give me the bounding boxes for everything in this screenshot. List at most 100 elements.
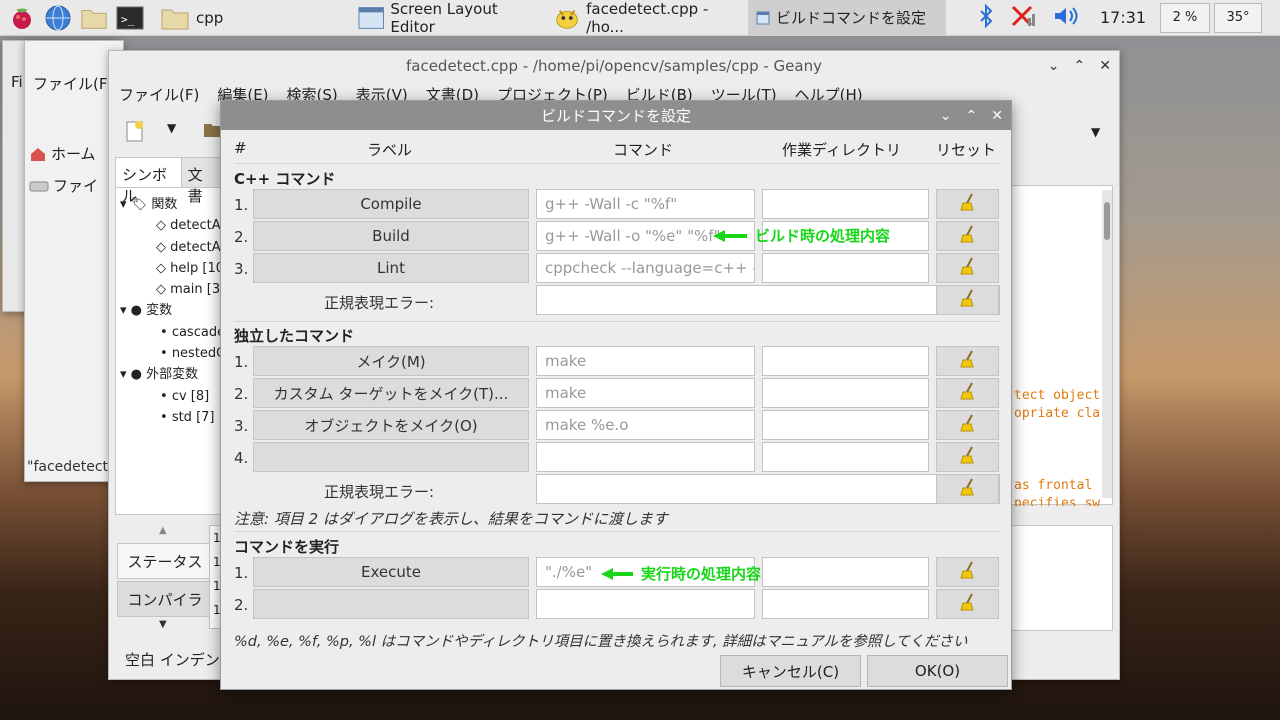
cpu-monitor[interactable]: 2 % — [1160, 2, 1210, 33]
workdir-input[interactable] — [762, 253, 929, 283]
workdir-input[interactable] — [762, 557, 929, 587]
tree-item[interactable]: ◇ main [3 — [120, 279, 225, 300]
workdir-input[interactable] — [762, 442, 929, 472]
home-item[interactable]: ホーム — [29, 143, 96, 164]
network-disconnected-icon[interactable] — [1010, 4, 1036, 32]
label-button-lint[interactable]: Lint — [253, 253, 529, 283]
reset-button[interactable] — [936, 557, 999, 587]
command-input-make[interactable]: make — [536, 346, 755, 376]
command-input-compile[interactable]: g++ -Wall -c "%f" — [536, 189, 755, 219]
row-number: 2. — [234, 228, 249, 246]
reset-button[interactable] — [936, 285, 999, 315]
close-icon[interactable]: ✕ — [1099, 58, 1111, 74]
command-input-empty[interactable] — [536, 442, 755, 472]
tab-symbols[interactable]: シンボル — [116, 158, 182, 205]
tree-item[interactable]: ◇ detectA — [120, 215, 225, 236]
files-item[interactable]: ファイ — [29, 175, 98, 196]
browser-globe-icon[interactable] — [44, 4, 72, 32]
reset-button[interactable] — [936, 221, 999, 251]
tree-node-externals[interactable]: ▾ ● 外部変数 — [120, 364, 225, 385]
tab-documents[interactable]: 文書 — [182, 158, 220, 205]
label-button-empty[interactable] — [253, 442, 529, 472]
section-independent: 独立したコマンド — [234, 327, 355, 345]
tree-item[interactable]: • cv [8] — [120, 386, 225, 407]
temp-monitor[interactable]: 35° — [1214, 2, 1262, 33]
reset-button[interactable] — [936, 474, 999, 504]
workdir-input[interactable] — [762, 189, 929, 219]
tree-item[interactable]: ◇ detectA — [120, 237, 225, 258]
task-geany[interactable]: facedetect.cpp - /ho... — [546, 0, 748, 36]
reset-button[interactable] — [936, 410, 999, 440]
code-editor[interactable]: tect object opriate cla as frontal pecif… — [1009, 185, 1113, 506]
chevron-down-icon[interactable]: ▼ — [1091, 125, 1100, 139]
annotation-build: ビルド時の処理内容 — [711, 225, 890, 246]
tree-item[interactable]: • std [7] — [120, 407, 225, 428]
task-screen-layout[interactable]: Screen Layout Editor — [350, 0, 546, 36]
label-button-empty[interactable] — [253, 589, 529, 619]
tree-item[interactable]: • cascade — [120, 322, 225, 343]
header-workdir: 作業ディレクトリ — [782, 141, 901, 159]
reset-button[interactable] — [936, 378, 999, 408]
volume-icon[interactable] — [1052, 4, 1080, 32]
workdir-input[interactable] — [762, 346, 929, 376]
label-button-make[interactable]: メイク(M) — [253, 346, 529, 376]
reset-button[interactable] — [936, 189, 999, 219]
workdir-input[interactable] — [762, 410, 929, 440]
label-button-execute[interactable]: Execute — [253, 557, 529, 587]
header-reset: リセット — [936, 141, 997, 159]
minimize-icon[interactable]: ⌄ — [940, 108, 952, 124]
row-number: 4. — [234, 449, 249, 467]
regex-input[interactable] — [536, 474, 1000, 504]
regex-label: 正規表現エラー: — [324, 483, 435, 501]
file-manager-icon[interactable] — [80, 4, 108, 32]
row-number: 2. — [234, 596, 249, 614]
reset-button[interactable] — [936, 346, 999, 376]
chevron-down-icon[interactable]: ▼ — [167, 121, 176, 135]
terminal-icon[interactable]: >_ — [116, 4, 144, 32]
new-file-icon[interactable] — [123, 119, 147, 147]
separator — [234, 163, 1000, 164]
command-input-empty[interactable] — [536, 589, 755, 619]
row-number: 1. — [234, 353, 249, 371]
command-input-make-object[interactable]: make %e.o — [536, 410, 755, 440]
tree-item[interactable]: • nestedC — [120, 343, 225, 364]
tree-node-functions[interactable]: ▾ 🏷 関数 — [120, 194, 225, 215]
tab-status[interactable]: ステータス — [117, 543, 213, 579]
section-cpp: C++ コマンド — [234, 170, 336, 188]
label-button-make-object[interactable]: オブジェクトをメイク(O) — [253, 410, 529, 440]
task-cpp-folder[interactable]: cpp — [152, 0, 350, 36]
reset-button[interactable] — [936, 442, 999, 472]
command-input-lint[interactable]: cppcheck --language=c++ --e — [536, 253, 755, 283]
tree-node-variables[interactable]: ▾ ● 変数 — [120, 300, 225, 321]
tab-compiler[interactable]: コンパイラ — [117, 581, 213, 617]
vertical-scrollbar[interactable] — [1102, 190, 1112, 498]
regex-input[interactable] — [536, 285, 1000, 315]
workdir-input[interactable] — [762, 589, 929, 619]
clock[interactable]: 17:31 — [1100, 8, 1150, 27]
scroll-up-icon[interactable]: ▲ — [159, 525, 167, 536]
header-command: コマンド — [613, 141, 674, 159]
label-button-compile[interactable]: Compile — [253, 189, 529, 219]
close-icon[interactable]: ✕ — [991, 108, 1003, 124]
command-input-make-custom[interactable]: make — [536, 378, 755, 408]
workdir-input[interactable] — [762, 378, 929, 408]
label-button-make-custom[interactable]: カスタム ターゲットをメイク(T)... — [253, 378, 529, 408]
minimize-icon[interactable]: ⌄ — [1048, 58, 1060, 74]
reset-button[interactable] — [936, 589, 999, 619]
reset-button[interactable] — [936, 253, 999, 283]
cancel-button[interactable]: キャンセル(C) — [720, 655, 861, 687]
ok-button[interactable]: OK(O) — [867, 655, 1008, 687]
bluetooth-icon[interactable] — [978, 3, 994, 32]
task-build-dialog[interactable]: ビルドコマンドを設定 — [748, 0, 946, 36]
scroll-down-icon[interactable]: ▼ — [159, 619, 167, 630]
menu-file[interactable]: ファイル(F — [33, 73, 107, 94]
function-icon: ◇ — [156, 239, 166, 255]
header-label: ラベル — [367, 141, 413, 159]
label-button-build[interactable]: Build — [253, 221, 529, 251]
tree-item[interactable]: ◇ help [10 — [120, 258, 225, 279]
raspberry-menu-icon[interactable] — [8, 4, 36, 32]
menu-file[interactable]: ファイル(F) — [119, 84, 199, 105]
maximize-icon[interactable]: ⌃ — [1074, 58, 1086, 74]
home-label: ホーム — [51, 145, 96, 163]
maximize-icon[interactable]: ⌃ — [966, 108, 978, 124]
